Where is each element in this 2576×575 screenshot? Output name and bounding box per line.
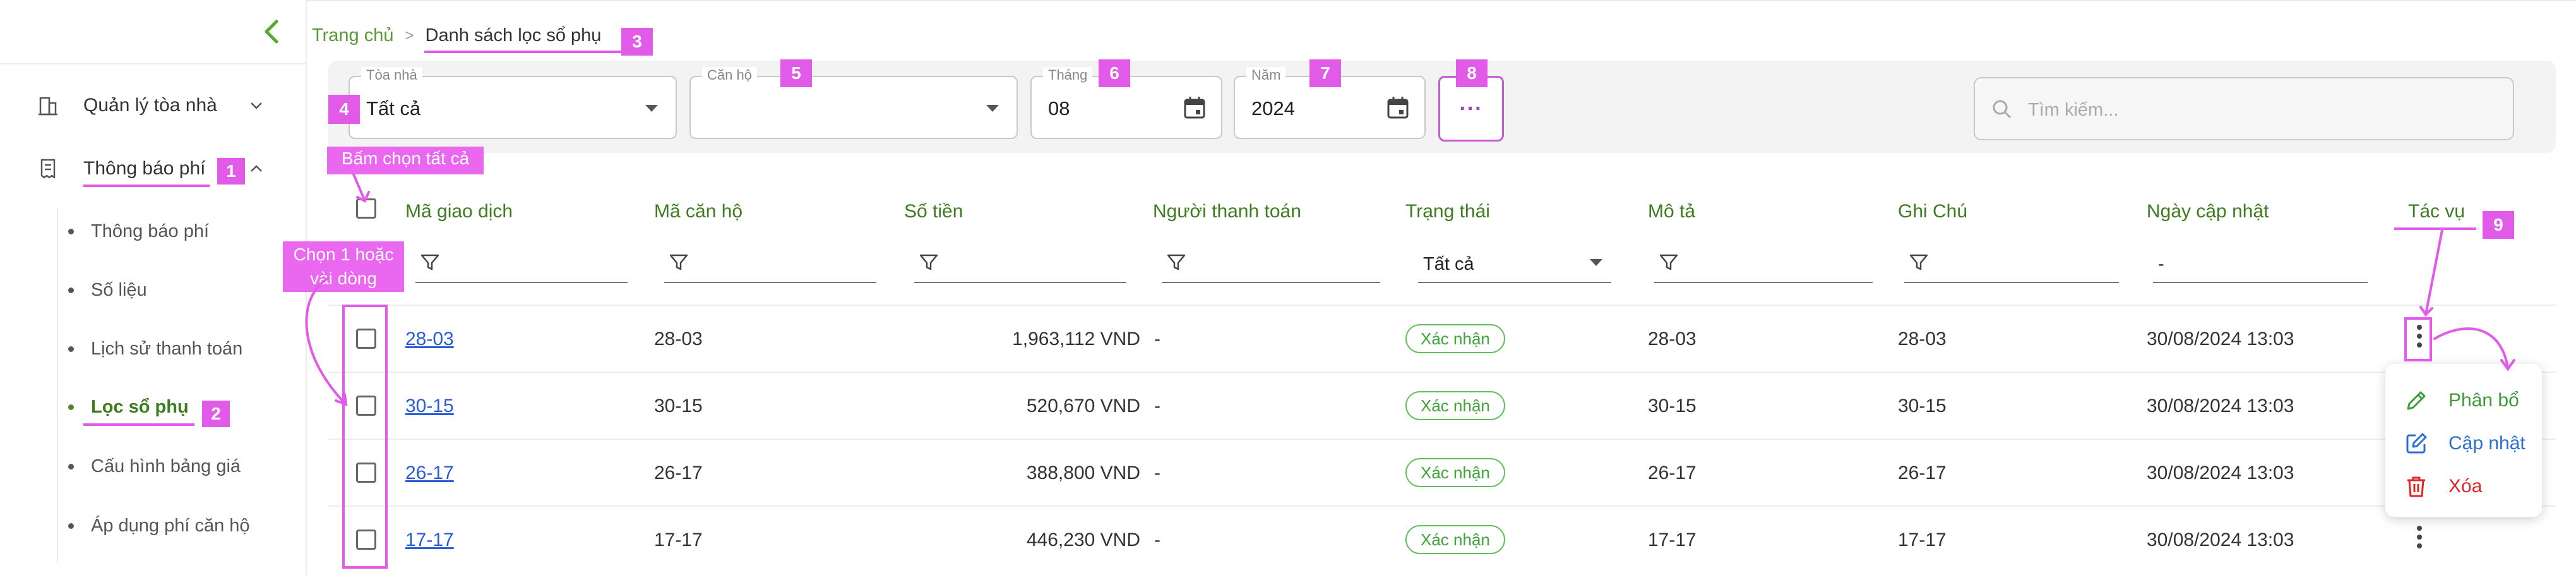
annotation-arrows [305,173,2515,407]
